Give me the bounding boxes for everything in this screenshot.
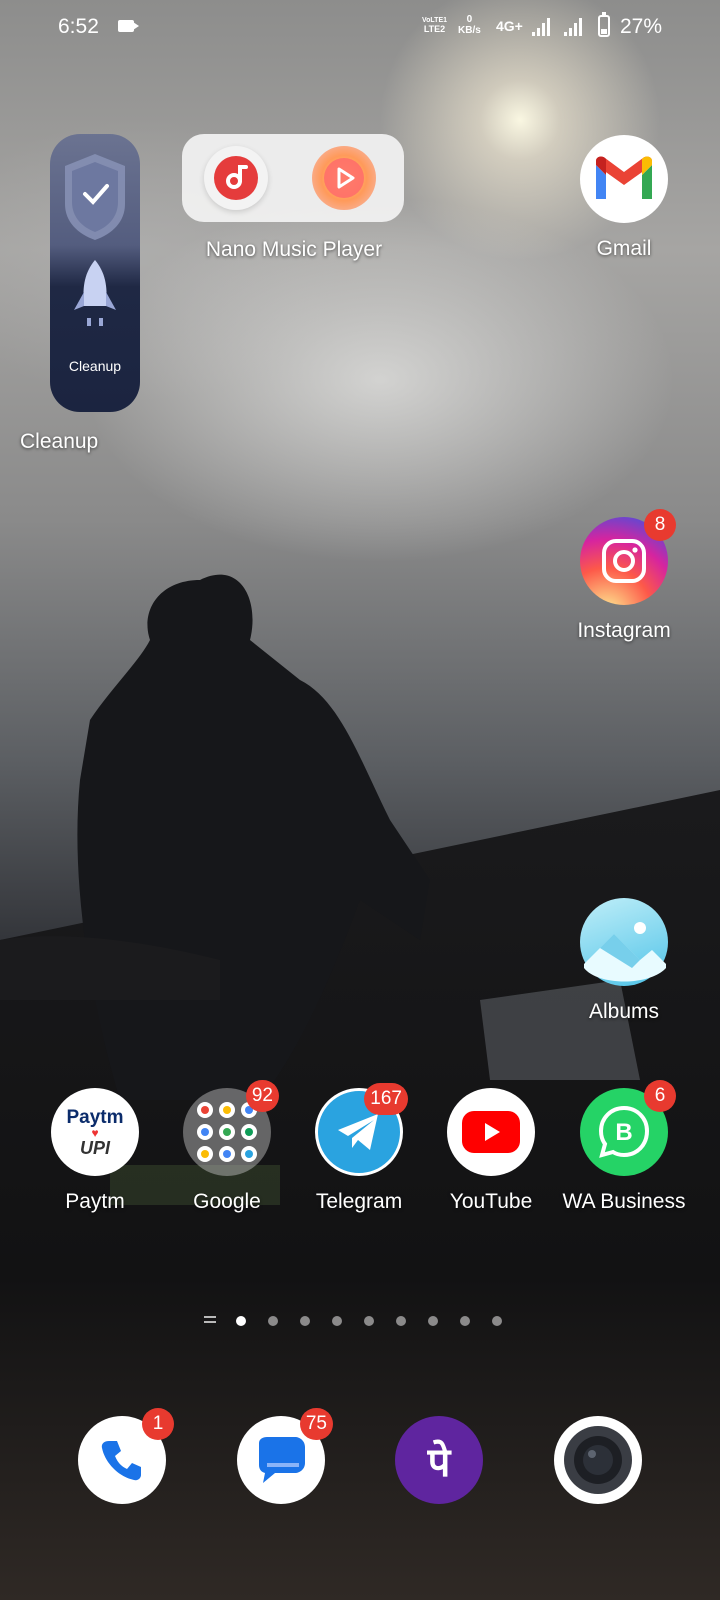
youtube-label: YouTube <box>449 1190 533 1213</box>
google-label: Google <box>193 1190 261 1213</box>
music-player-widget[interactable] <box>182 134 404 222</box>
camera-icon <box>554 1416 642 1504</box>
svg-text:B: B <box>615 1119 632 1146</box>
telegram-label: Telegram <box>315 1190 403 1213</box>
volte-indicator: VoLTE1 LTE2 <box>422 16 447 34</box>
dock-messages[interactable]: 75 <box>216 1408 346 1504</box>
cleanup-widget-text: Cleanup <box>68 358 122 374</box>
speed-value: 0 <box>466 14 473 25</box>
rocket-icon <box>74 260 116 326</box>
signal-icon-sim2 <box>564 18 584 36</box>
phone-icon: 1 <box>78 1408 174 1504</box>
music-note-icon <box>214 156 258 200</box>
music-note-button[interactable] <box>204 146 268 210</box>
telegram-icon: 167 <box>315 1083 408 1176</box>
telegram-badge: 167 <box>364 1083 408 1115</box>
google-folder-icon: 92 <box>183 1080 279 1176</box>
app-instagram[interactable]: 8 Instagram <box>559 509 689 643</box>
app-paytm[interactable]: Paytm ♥ UPI Paytm <box>30 1088 160 1214</box>
page-dot[interactable] <box>428 1316 438 1326</box>
gmail-label: Gmail <box>596 237 652 260</box>
google-badge: 92 <box>245 1080 279 1112</box>
messages-icon: 75 <box>237 1408 333 1504</box>
wa-business-label: WA Business <box>562 1190 686 1213</box>
app-telegram[interactable]: 167 Telegram <box>294 1083 424 1214</box>
network-speed: 0 KB/s <box>458 14 481 36</box>
speed-unit: KB/s <box>458 25 481 36</box>
youtube-icon <box>447 1088 535 1176</box>
page-dot[interactable] <box>332 1316 342 1326</box>
albums-icon <box>580 898 668 986</box>
page-dot[interactable] <box>300 1316 310 1326</box>
paytm-icon: Paytm ♥ UPI <box>51 1088 139 1176</box>
video-player-button[interactable] <box>312 146 376 210</box>
dock-phonepe[interactable]: पे <box>374 1416 504 1504</box>
upi-logo-text: UPI <box>79 1137 110 1158</box>
page-dot[interactable] <box>268 1316 278 1326</box>
instagram-label: Instagram <box>577 619 671 642</box>
app-wa-business[interactable]: B 6 WA Business <box>559 1080 689 1214</box>
page-dot[interactable] <box>396 1316 406 1326</box>
page-dot[interactable] <box>492 1316 502 1326</box>
instagram-badge: 8 <box>644 509 676 541</box>
heart-icon: ♥ <box>91 1125 99 1140</box>
battery-percent: 27% <box>620 15 663 38</box>
page-dot[interactable] <box>364 1316 374 1326</box>
battery-icon <box>598 12 610 37</box>
page-dot[interactable] <box>460 1316 470 1326</box>
play-icon <box>324 158 364 198</box>
phone-badge: 1 <box>142 1408 174 1440</box>
app-youtube[interactable]: YouTube <box>426 1088 556 1214</box>
network-type: 4G+ <box>496 18 523 34</box>
screen-record-icon <box>118 20 139 32</box>
wa-business-badge: 6 <box>644 1080 676 1112</box>
instagram-icon: 8 <box>580 509 676 605</box>
page-indicator[interactable] <box>204 1313 524 1329</box>
albums-label: Albums <box>588 1000 660 1023</box>
wa-business-icon: B 6 <box>580 1080 676 1176</box>
music-player-label: Nano Music Player <box>205 238 383 261</box>
clock: 6:52 <box>58 15 99 38</box>
phonepe-glyph: पे <box>427 1439 451 1486</box>
status-bar: 6:52 VoLTE1 LTE2 0 KB/s 4G+ 27% <box>0 0 720 56</box>
app-albums[interactable]: Albums <box>559 898 689 1024</box>
page-dot[interactable] <box>236 1316 246 1326</box>
app-gmail[interactable]: Gmail <box>559 135 689 261</box>
cleanup-widget[interactable]: Cleanup <box>50 134 140 412</box>
paytm-label: Paytm <box>65 1190 125 1213</box>
dock-camera[interactable] <box>533 1416 663 1504</box>
signal-icon-sim1 <box>532 18 552 36</box>
app-google-folder[interactable]: 92 Google <box>162 1080 292 1214</box>
gmail-icon <box>580 135 668 223</box>
messages-badge: 75 <box>299 1408 333 1440</box>
app-drawer-indicator-icon[interactable] <box>204 1316 216 1326</box>
dock-phone[interactable]: 1 <box>57 1408 187 1504</box>
volte-bottom-text: LTE2 <box>423 24 446 34</box>
paytm-logo-text: Paytm <box>66 1106 124 1128</box>
phonepe-icon: पे <box>395 1416 483 1504</box>
cleanup-label: Cleanup <box>20 430 99 453</box>
